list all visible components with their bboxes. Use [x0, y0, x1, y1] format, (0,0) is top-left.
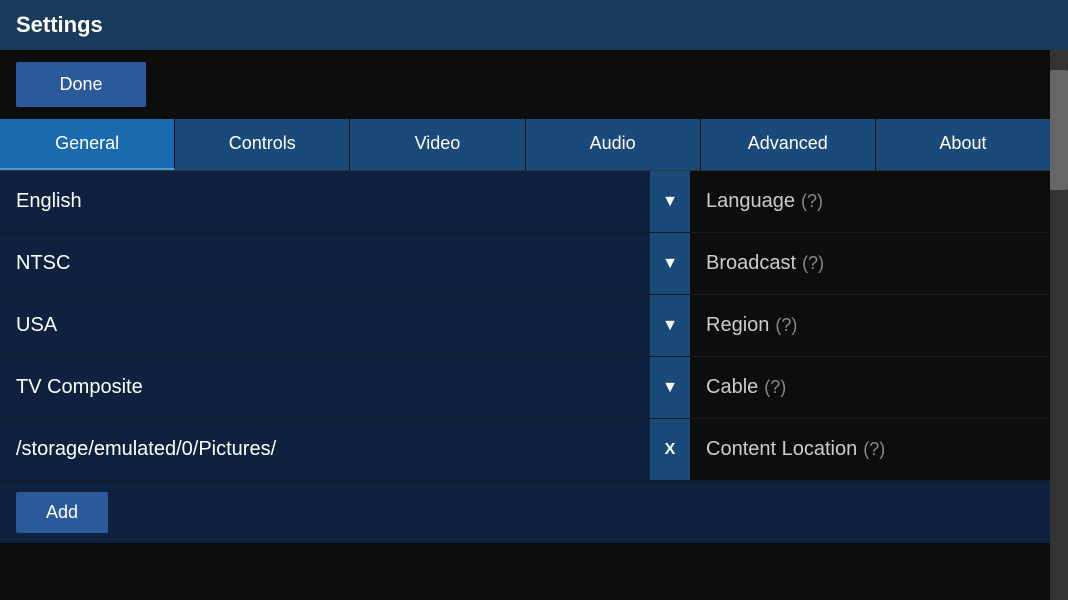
- done-section: Done: [0, 50, 1050, 119]
- add-row: Add: [0, 481, 1050, 543]
- cable-value: TV Composite: [0, 376, 650, 399]
- setting-left-content-location: /storage/emulated/0/Pictures/ X: [0, 419, 690, 480]
- scrollbar[interactable]: [1050, 50, 1068, 600]
- region-help[interactable]: (?): [775, 315, 797, 336]
- title-bar: Settings: [0, 0, 1068, 50]
- broadcast-label: Broadcast (?): [690, 252, 1050, 275]
- setting-left-region: USA ▼: [0, 295, 690, 356]
- done-button[interactable]: Done: [16, 62, 146, 107]
- tab-advanced[interactable]: Advanced: [701, 119, 876, 170]
- region-label: Region (?): [690, 314, 1050, 337]
- settings-rows: English ▼ Language (?) NTSC ▼: [0, 171, 1050, 543]
- tab-video[interactable]: Video: [350, 119, 525, 170]
- setting-row-cable: TV Composite ▼ Cable (?): [0, 357, 1050, 419]
- setting-left-language: English ▼: [0, 171, 690, 232]
- settings-title: Settings: [16, 12, 103, 38]
- broadcast-dropdown[interactable]: ▼: [650, 233, 690, 294]
- content-location-clear[interactable]: X: [650, 419, 690, 480]
- cable-label: Cable (?): [690, 376, 1050, 399]
- region-value: USA: [0, 314, 650, 337]
- tabs-bar: General Controls Video Audio Advanced Ab…: [0, 119, 1050, 171]
- cable-help[interactable]: (?): [764, 377, 786, 398]
- tab-about[interactable]: About: [876, 119, 1050, 170]
- setting-row-region: USA ▼ Region (?): [0, 295, 1050, 357]
- content-location-label: Content Location (?): [690, 438, 1050, 461]
- setting-row-broadcast: NTSC ▼ Broadcast (?): [0, 233, 1050, 295]
- content-location-help[interactable]: (?): [863, 439, 885, 460]
- tab-audio[interactable]: Audio: [526, 119, 701, 170]
- broadcast-value: NTSC: [0, 252, 650, 275]
- add-button[interactable]: Add: [16, 492, 108, 533]
- setting-left-cable: TV Composite ▼: [0, 357, 690, 418]
- setting-left-broadcast: NTSC ▼: [0, 233, 690, 294]
- setting-row-language: English ▼ Language (?): [0, 171, 1050, 233]
- language-value: English: [0, 190, 650, 213]
- tab-general[interactable]: General: [0, 119, 175, 170]
- cable-dropdown[interactable]: ▼: [650, 357, 690, 418]
- language-dropdown[interactable]: ▼: [650, 171, 690, 232]
- language-help[interactable]: (?): [801, 191, 823, 212]
- scrollbar-thumb[interactable]: [1050, 70, 1068, 190]
- broadcast-help[interactable]: (?): [802, 253, 824, 274]
- setting-row-content-location: /storage/emulated/0/Pictures/ X Content …: [0, 419, 1050, 481]
- region-dropdown[interactable]: ▼: [650, 295, 690, 356]
- content-location-value: /storage/emulated/0/Pictures/: [0, 438, 650, 461]
- tab-controls[interactable]: Controls: [175, 119, 350, 170]
- language-label: Language (?): [690, 190, 1050, 213]
